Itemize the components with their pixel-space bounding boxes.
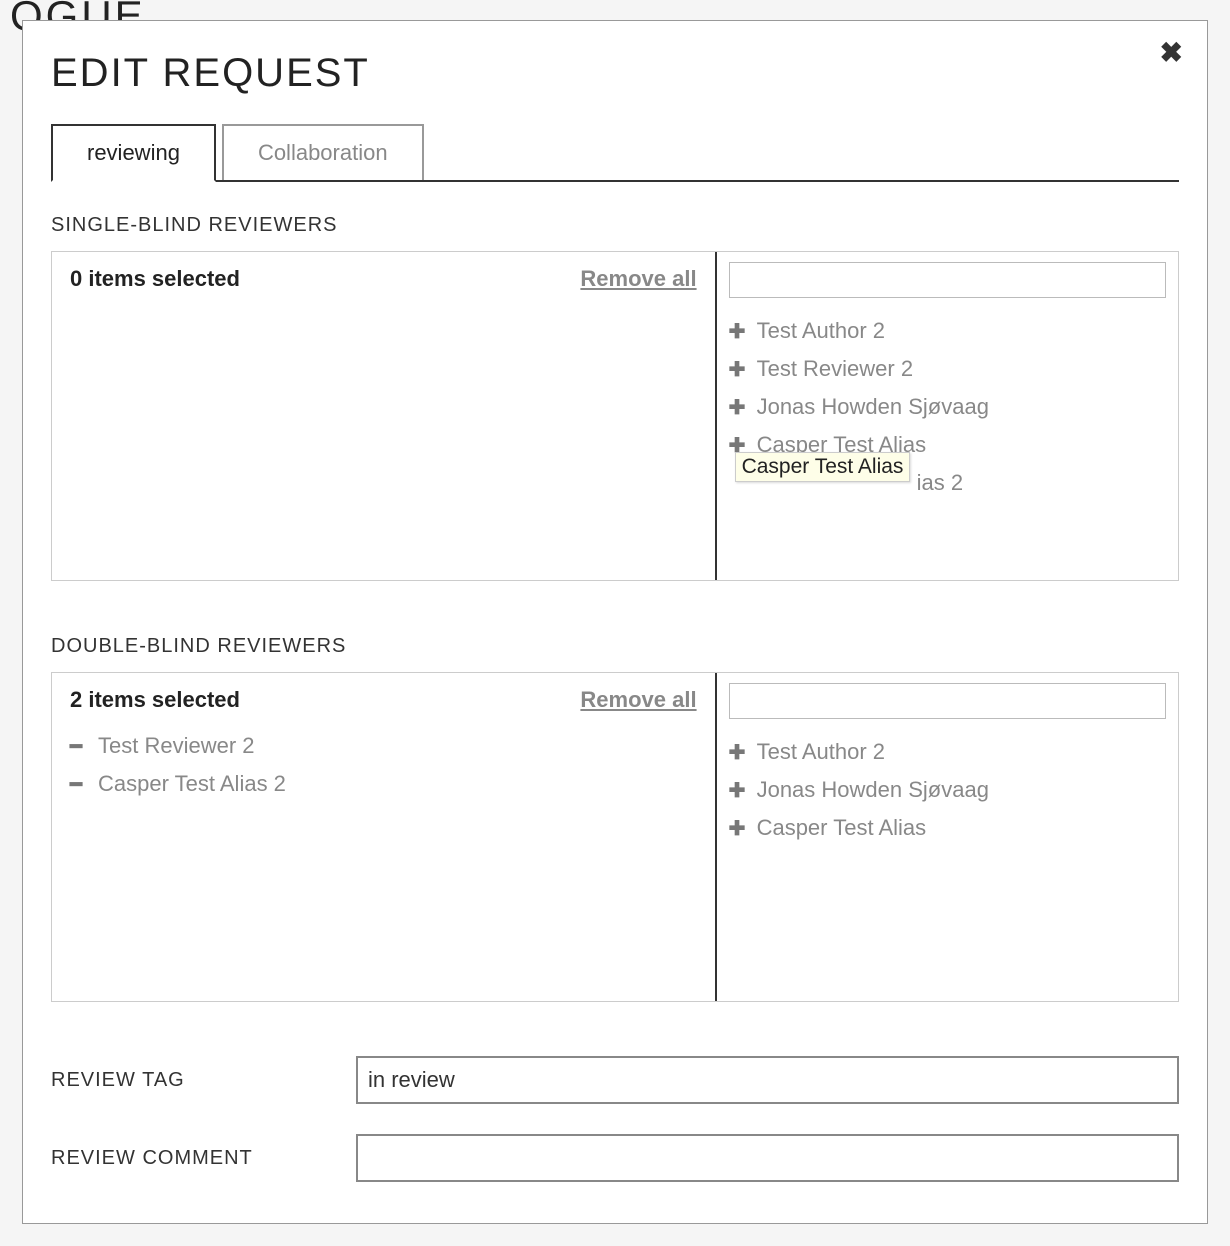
- item-label-partial: ias 2: [917, 470, 963, 496]
- modal-title: EDIT REQUEST: [51, 51, 1179, 96]
- single-remove-all[interactable]: Remove all: [580, 266, 696, 292]
- tooltip: Casper Test Alias: [735, 452, 911, 482]
- review-tag-label: REVIEW TAG: [51, 1069, 356, 1092]
- double-available-item[interactable]: ✚ Casper Test Alias: [729, 809, 1166, 847]
- item-label: Jonas Howden Sjøvaag: [757, 777, 989, 803]
- single-blind-picker: 0 items selected Remove all ✚ Test Autho…: [51, 251, 1179, 581]
- double-remove-all[interactable]: Remove all: [580, 687, 696, 713]
- double-selected-pane: 2 items selected Remove all ━ Test Revie…: [52, 673, 717, 1001]
- single-available-item[interactable]: ✚ Casper Test Alias Casper Test Alias: [729, 426, 1166, 464]
- item-label: Casper Test Alias 2: [98, 771, 286, 797]
- plus-icon: ✚: [729, 395, 751, 420]
- double-blind-label: DOUBLE-BLIND REVIEWERS: [51, 635, 1179, 658]
- double-selected-item[interactable]: ━ Casper Test Alias 2: [70, 765, 697, 803]
- single-available-pane: ✚ Test Author 2 ✚ Test Reviewer 2 ✚ Jona…: [717, 252, 1178, 580]
- single-available-item[interactable]: ✚ Test Reviewer 2: [729, 350, 1166, 388]
- item-label: Test Author 2: [757, 739, 885, 765]
- item-label: Test Reviewer 2: [98, 733, 255, 759]
- plus-icon: ✚: [729, 778, 751, 803]
- minus-icon: ━: [70, 772, 92, 797]
- tabs: reviewing Collaboration: [51, 124, 1179, 182]
- single-filter-input[interactable]: [729, 262, 1166, 298]
- item-label: Casper Test Alias: [757, 815, 927, 841]
- single-selected-pane: 0 items selected Remove all: [52, 252, 717, 580]
- item-label: Test Author 2: [757, 318, 885, 344]
- double-available-item[interactable]: ✚ Test Author 2: [729, 733, 1166, 771]
- review-comment-row: REVIEW COMMENT: [51, 1134, 1179, 1182]
- double-selected-count: 2 items selected: [70, 687, 240, 713]
- review-tag-input[interactable]: [356, 1056, 1179, 1104]
- single-blind-label: SINGLE-BLIND REVIEWERS: [51, 214, 1179, 237]
- plus-icon: ✚: [729, 357, 751, 382]
- single-selected-count: 0 items selected: [70, 266, 240, 292]
- close-icon[interactable]: ✖: [1160, 39, 1183, 67]
- plus-icon: ✚: [729, 816, 751, 841]
- plus-icon: ✚: [729, 319, 751, 344]
- double-filter-input[interactable]: [729, 683, 1166, 719]
- review-comment-label: REVIEW COMMENT: [51, 1147, 356, 1170]
- double-blind-picker: 2 items selected Remove all ━ Test Revie…: [51, 672, 1179, 1002]
- double-selected-item[interactable]: ━ Test Reviewer 2: [70, 727, 697, 765]
- double-available-pane: ✚ Test Author 2 ✚ Jonas Howden Sjøvaag ✚…: [717, 673, 1178, 1001]
- item-label: Jonas Howden Sjøvaag: [757, 394, 989, 420]
- single-available-item[interactable]: ✚ Test Author 2: [729, 312, 1166, 350]
- tab-collaboration[interactable]: Collaboration: [222, 124, 424, 180]
- minus-icon: ━: [70, 734, 92, 759]
- plus-icon: ✚: [729, 740, 751, 765]
- tab-reviewing[interactable]: reviewing: [51, 124, 216, 182]
- review-tag-row: REVIEW TAG: [51, 1056, 1179, 1104]
- edit-request-modal: ✖ EDIT REQUEST reviewing Collaboration S…: [22, 20, 1208, 1224]
- double-available-item[interactable]: ✚ Jonas Howden Sjøvaag: [729, 771, 1166, 809]
- item-label: Test Reviewer 2: [757, 356, 914, 382]
- review-comment-input[interactable]: [356, 1134, 1179, 1182]
- single-available-item[interactable]: ✚ Jonas Howden Sjøvaag: [729, 388, 1166, 426]
